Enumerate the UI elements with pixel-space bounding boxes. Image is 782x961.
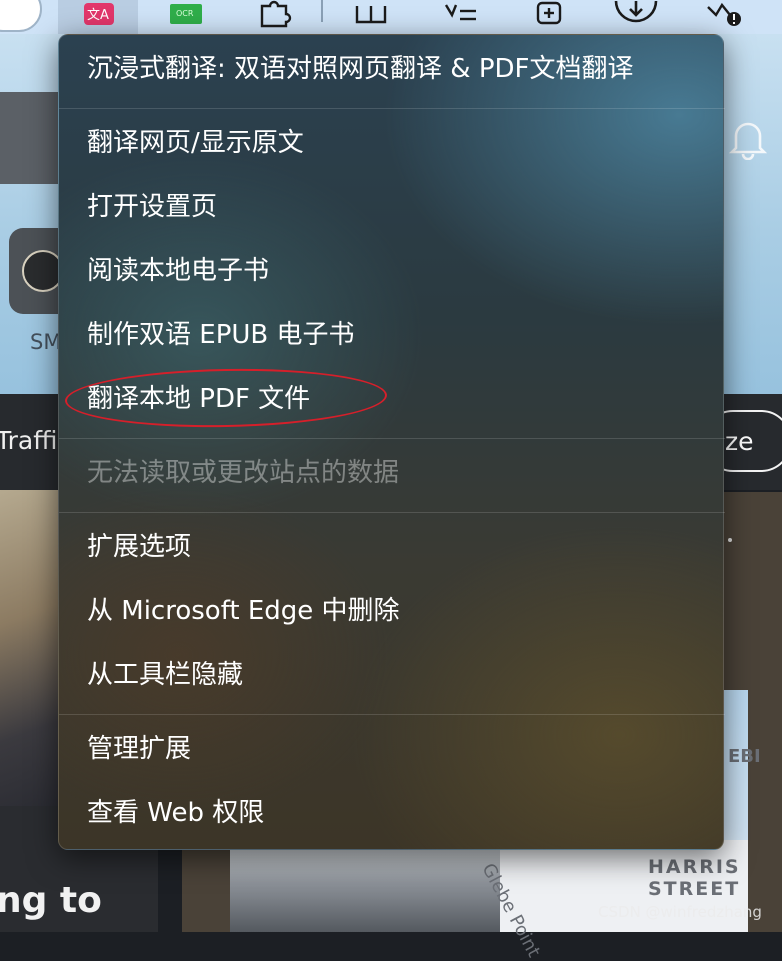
menu-item-view-web-permissions[interactable]: 查看 Web 权限 [87, 791, 264, 835]
extension-context-menu: 沉浸式翻译: 双语对照网页翻译 & PDF文档翻译 翻译网页/显示原文 打开设置… [58, 34, 725, 850]
notification-bell-icon[interactable] [728, 118, 768, 160]
map-street-label: HARRIS STREET [648, 856, 741, 900]
menu-divider [59, 512, 725, 513]
menu-divider [59, 714, 725, 715]
map-edge-label: EBI [728, 746, 761, 767]
translate-extension-button[interactable]: 文A [58, 0, 138, 34]
traffic-camera-image[interactable] [230, 850, 500, 932]
menu-item-open-settings[interactable]: 打开设置页 [87, 185, 217, 229]
collections-icon[interactable] [532, 0, 568, 30]
favorites-list-icon[interactable] [444, 0, 480, 30]
menu-divider [59, 108, 725, 109]
menu-item-manage-extensions[interactable]: 管理扩展 [87, 727, 191, 771]
split-screen-icon[interactable] [354, 0, 388, 30]
watermark: CSDN @winfredzhang [598, 903, 762, 921]
menu-item-extension-options[interactable]: 扩展选项 [87, 525, 191, 569]
menu-item-remove-from-edge[interactable]: 从 Microsoft Edge 中删除 [87, 589, 400, 633]
menu-item-toggle-translation[interactable]: 翻译网页/显示原文 [87, 121, 304, 165]
red-highlight-annotation [64, 366, 388, 430]
more-options-icon[interactable] [728, 538, 732, 542]
news-photo[interactable] [0, 490, 58, 806]
menu-item-site-data-permission: 无法读取或更改站点的数据 [87, 458, 400, 488]
address-bar-edge[interactable] [0, 0, 42, 32]
puzzle-extensions-icon[interactable] [258, 0, 292, 30]
browser-toolbar: 文A OCR [0, 0, 782, 34]
translate-extension-icon: 文A [84, 3, 114, 25]
downloads-icon[interactable] [614, 0, 658, 30]
news-headline-fragment: ng to [0, 880, 102, 921]
browser-essentials-icon[interactable] [706, 0, 742, 30]
toolbar-separator [321, 0, 323, 22]
menu-item-read-local-ebook[interactable]: 阅读本地电子书 [87, 249, 269, 293]
menu-item-hide-from-toolbar[interactable]: 从工具栏隐藏 [87, 653, 243, 697]
ocr-extension-icon[interactable]: OCR [170, 0, 202, 30]
menu-divider [59, 438, 725, 439]
svg-text:文A: 文A [87, 8, 109, 23]
svg-text:OCR: OCR [176, 9, 194, 18]
menu-item-make-bilingual-epub[interactable]: 制作双语 EPUB 电子书 [87, 313, 355, 357]
background-tile-label: SM [30, 330, 62, 354]
menu-extension-title[interactable]: 沉浸式翻译: 双语对照网页翻译 & PDF文档翻译 [87, 47, 633, 91]
